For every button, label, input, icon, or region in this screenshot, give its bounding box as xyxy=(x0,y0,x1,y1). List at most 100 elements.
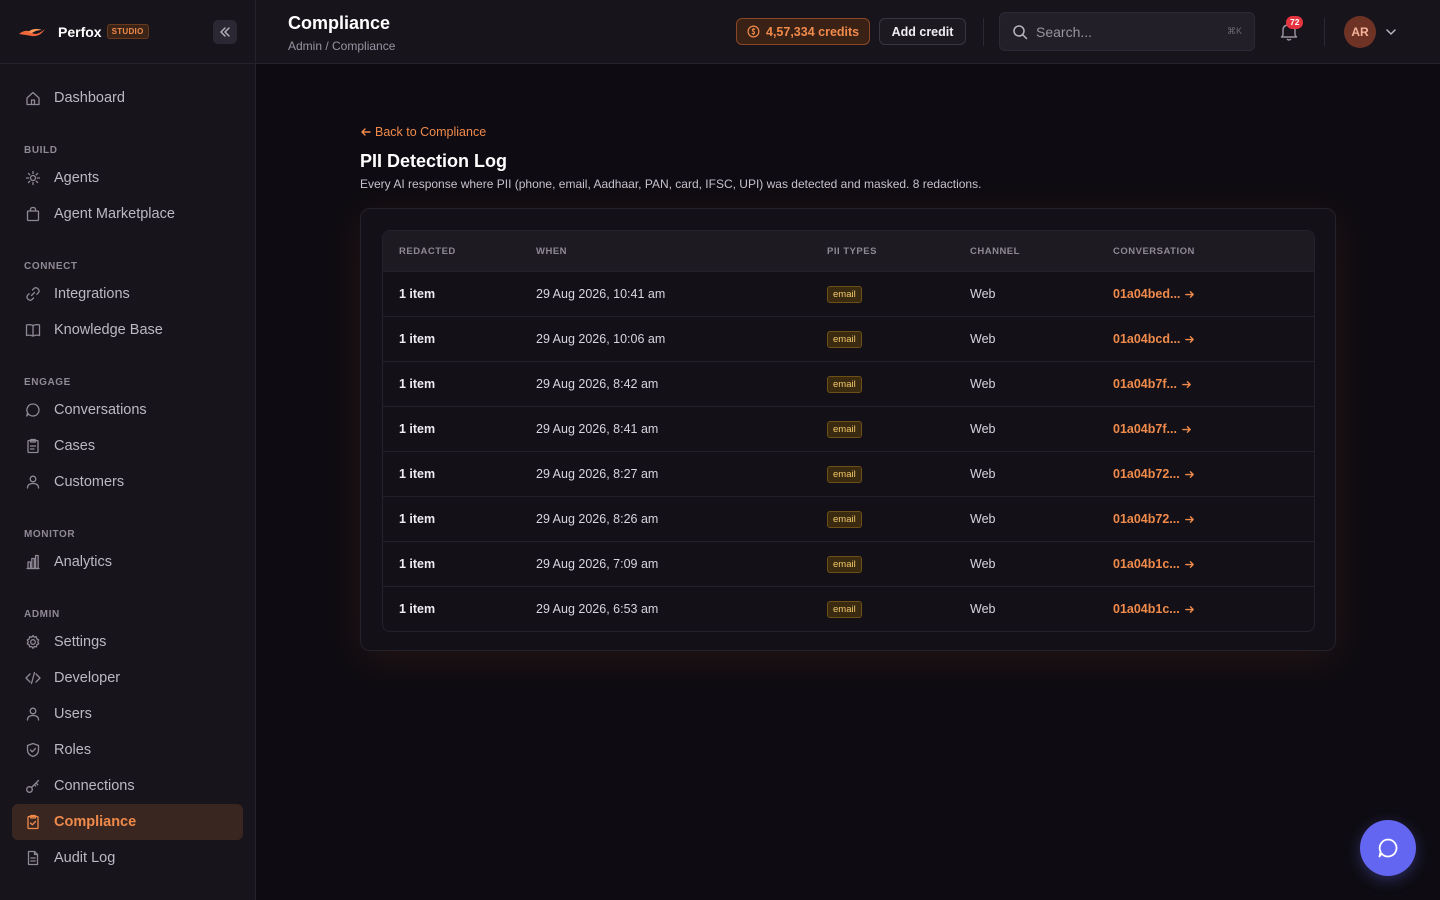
perfox-logo-icon xyxy=(19,28,45,36)
code-icon xyxy=(25,671,41,685)
sidebar-item-cases[interactable]: Cases xyxy=(12,428,243,464)
pii-type-badge: email xyxy=(827,285,862,303)
timestamp: 29 Aug 2026, 10:06 am xyxy=(536,332,666,346)
table-row[interactable]: 1 item 29 Aug 2026, 10:41 am email Web 01a04… xyxy=(383,271,1314,316)
channel: Web xyxy=(970,467,996,481)
sidebar-item-compliance[interactable]: Compliance xyxy=(12,804,243,840)
arrow-right-icon xyxy=(1185,335,1195,343)
column-conversation: CONVERSATION xyxy=(1113,245,1195,257)
conversation-link[interactable]: 01a04b1c... xyxy=(1113,557,1195,571)
sidebar-item-customers[interactable]: Customers xyxy=(12,464,243,500)
table-row[interactable]: 1 item 29 Aug 2026, 8:27 am email Web 01a04b… xyxy=(383,451,1314,496)
sidebar-item-label: Compliance xyxy=(54,814,137,830)
sidebar-item-label: Audit Log xyxy=(54,850,116,866)
sidebar-item-audit-log[interactable]: Audit Log xyxy=(12,840,243,876)
sidebar-item-label: Dashboard xyxy=(54,90,125,106)
conversation-id: 01a04b1c... xyxy=(1113,557,1180,571)
channel: Web xyxy=(970,332,996,346)
sidebar-section-admin: ADMIN xyxy=(24,609,60,620)
table-row[interactable]: 1 item 29 Aug 2026, 8:26 am email Web 01a04b… xyxy=(383,496,1314,541)
sidebar: Perfox STUDIO Dashboard BUILD Agents Agent … xyxy=(0,0,256,900)
key-icon xyxy=(26,779,40,793)
agent-icon xyxy=(25,170,41,186)
arrow-right-icon xyxy=(1182,425,1191,433)
clipboard-icon xyxy=(27,438,39,454)
conversation-link[interactable]: 01a04b7f... xyxy=(1113,422,1192,436)
table-row[interactable]: 1 item 29 Aug 2026, 7:09 am email Web 01a04b… xyxy=(383,541,1314,586)
search-input[interactable] xyxy=(1036,23,1227,40)
back-to-compliance-link[interactable]: Back to Compliance xyxy=(360,125,486,139)
timestamp: 29 Aug 2026, 6:53 am xyxy=(536,602,659,616)
sidebar-item-label: Customers xyxy=(54,474,125,490)
conversation-link[interactable]: 01a04bcd... xyxy=(1113,332,1195,346)
sidebar-section-monitor: MONITOR xyxy=(24,529,76,540)
book-icon xyxy=(25,323,41,337)
file-icon xyxy=(27,850,39,866)
sidebar-item-knowledge-base[interactable]: Knowledge Base xyxy=(12,312,243,348)
link-icon xyxy=(26,287,40,301)
breadcrumb: Admin / Compliance xyxy=(288,39,396,53)
credits-badge[interactable]: 4,57,334 credits xyxy=(736,18,871,45)
arrow-right-icon xyxy=(1182,380,1191,388)
sidebar-item-dashboard[interactable]: Dashboard xyxy=(12,80,243,116)
gear-icon xyxy=(26,634,40,649)
channel: Web xyxy=(970,602,996,616)
sidebar-item-connections[interactable]: Connections xyxy=(12,768,243,804)
divider xyxy=(1324,18,1325,46)
search-box[interactable]: ⌘K xyxy=(999,12,1255,51)
conversation-link[interactable]: 01a04b1c... xyxy=(1113,602,1195,616)
sidebar-item-integrations[interactable]: Integrations xyxy=(12,276,243,312)
table-row[interactable]: 1 item 29 Aug 2026, 8:42 am email Web 01a04b… xyxy=(383,361,1314,406)
conversation-link[interactable]: 01a04b7f... xyxy=(1113,377,1192,391)
pii-type-badge: email xyxy=(827,510,862,528)
add-credit-button[interactable]: Add credit xyxy=(879,18,966,45)
table-header: REDACTED WHEN PII TYPES CHANNEL CONVERSA… xyxy=(383,231,1314,271)
chat-support-button[interactable] xyxy=(1360,820,1416,876)
clipboard-check-icon xyxy=(27,814,39,830)
timestamp: 29 Aug 2026, 7:09 am xyxy=(536,557,659,571)
pii-log-card: REDACTED WHEN PII TYPES CHANNEL CONVERSA… xyxy=(360,208,1336,651)
sidebar-item-label: Settings xyxy=(54,634,107,650)
collapse-sidebar-button[interactable] xyxy=(213,19,237,44)
sidebar-item-users[interactable]: Users xyxy=(12,696,243,732)
timestamp: 29 Aug 2026, 8:26 am xyxy=(536,512,659,526)
timestamp: 29 Aug 2026, 8:42 am xyxy=(536,377,659,391)
arrow-right-icon xyxy=(1184,515,1194,523)
shield-icon xyxy=(26,742,40,758)
sidebar-item-agent-marketplace[interactable]: Agent Marketplace xyxy=(12,196,243,232)
pii-type-badge: email xyxy=(827,555,862,573)
sidebar-item-label: Analytics xyxy=(54,554,113,570)
search-shortcut: ⌘K xyxy=(1226,26,1242,36)
sidebar-item-roles[interactable]: Roles xyxy=(12,732,243,768)
table-row[interactable]: 1 item 29 Aug 2026, 6:53 am email Web 01a04b… xyxy=(383,586,1314,631)
sidebar-item-settings[interactable]: Settings xyxy=(12,624,243,660)
conversation-link[interactable]: 01a04bed... xyxy=(1113,287,1195,301)
sidebar-item-label: Users xyxy=(54,706,92,722)
sidebar-item-analytics[interactable]: Analytics xyxy=(12,544,243,580)
table-row[interactable]: 1 item 29 Aug 2026, 8:41 am email Web 01a04b… xyxy=(383,406,1314,451)
sidebar-section-engage: ENGAGE xyxy=(24,377,71,388)
credits-value: 4,57,334 credits xyxy=(766,24,860,39)
avatar[interactable]: AR xyxy=(1344,16,1376,48)
conversation-link[interactable]: 01a04b72... xyxy=(1113,467,1195,481)
users-icon xyxy=(26,475,40,489)
redacted-count: 1 item xyxy=(399,467,436,481)
page-title: Compliance xyxy=(288,13,391,33)
redacted-count: 1 item xyxy=(399,332,436,346)
sidebar-item-label: Developer xyxy=(54,670,121,686)
pii-type-badge: email xyxy=(827,375,862,393)
sidebar-item-developer[interactable]: Developer xyxy=(12,660,243,696)
redacted-count: 1 item xyxy=(399,602,436,616)
channel: Web xyxy=(970,422,996,436)
bag-icon xyxy=(26,206,40,222)
log-title: PII Detection Log xyxy=(360,151,508,171)
chevron-down-icon[interactable] xyxy=(1384,25,1398,39)
search-icon xyxy=(1013,24,1028,39)
sidebar-item-agents[interactable]: Agents xyxy=(12,160,243,196)
conversation-link[interactable]: 01a04b72... xyxy=(1113,512,1195,526)
home-icon xyxy=(26,91,40,106)
channel: Web xyxy=(970,377,996,391)
conversation-id: 01a04b72... xyxy=(1113,512,1180,526)
table-row[interactable]: 1 item 29 Aug 2026, 10:06 am email Web 01a04… xyxy=(383,316,1314,361)
sidebar-item-conversations[interactable]: Conversations xyxy=(12,392,243,428)
